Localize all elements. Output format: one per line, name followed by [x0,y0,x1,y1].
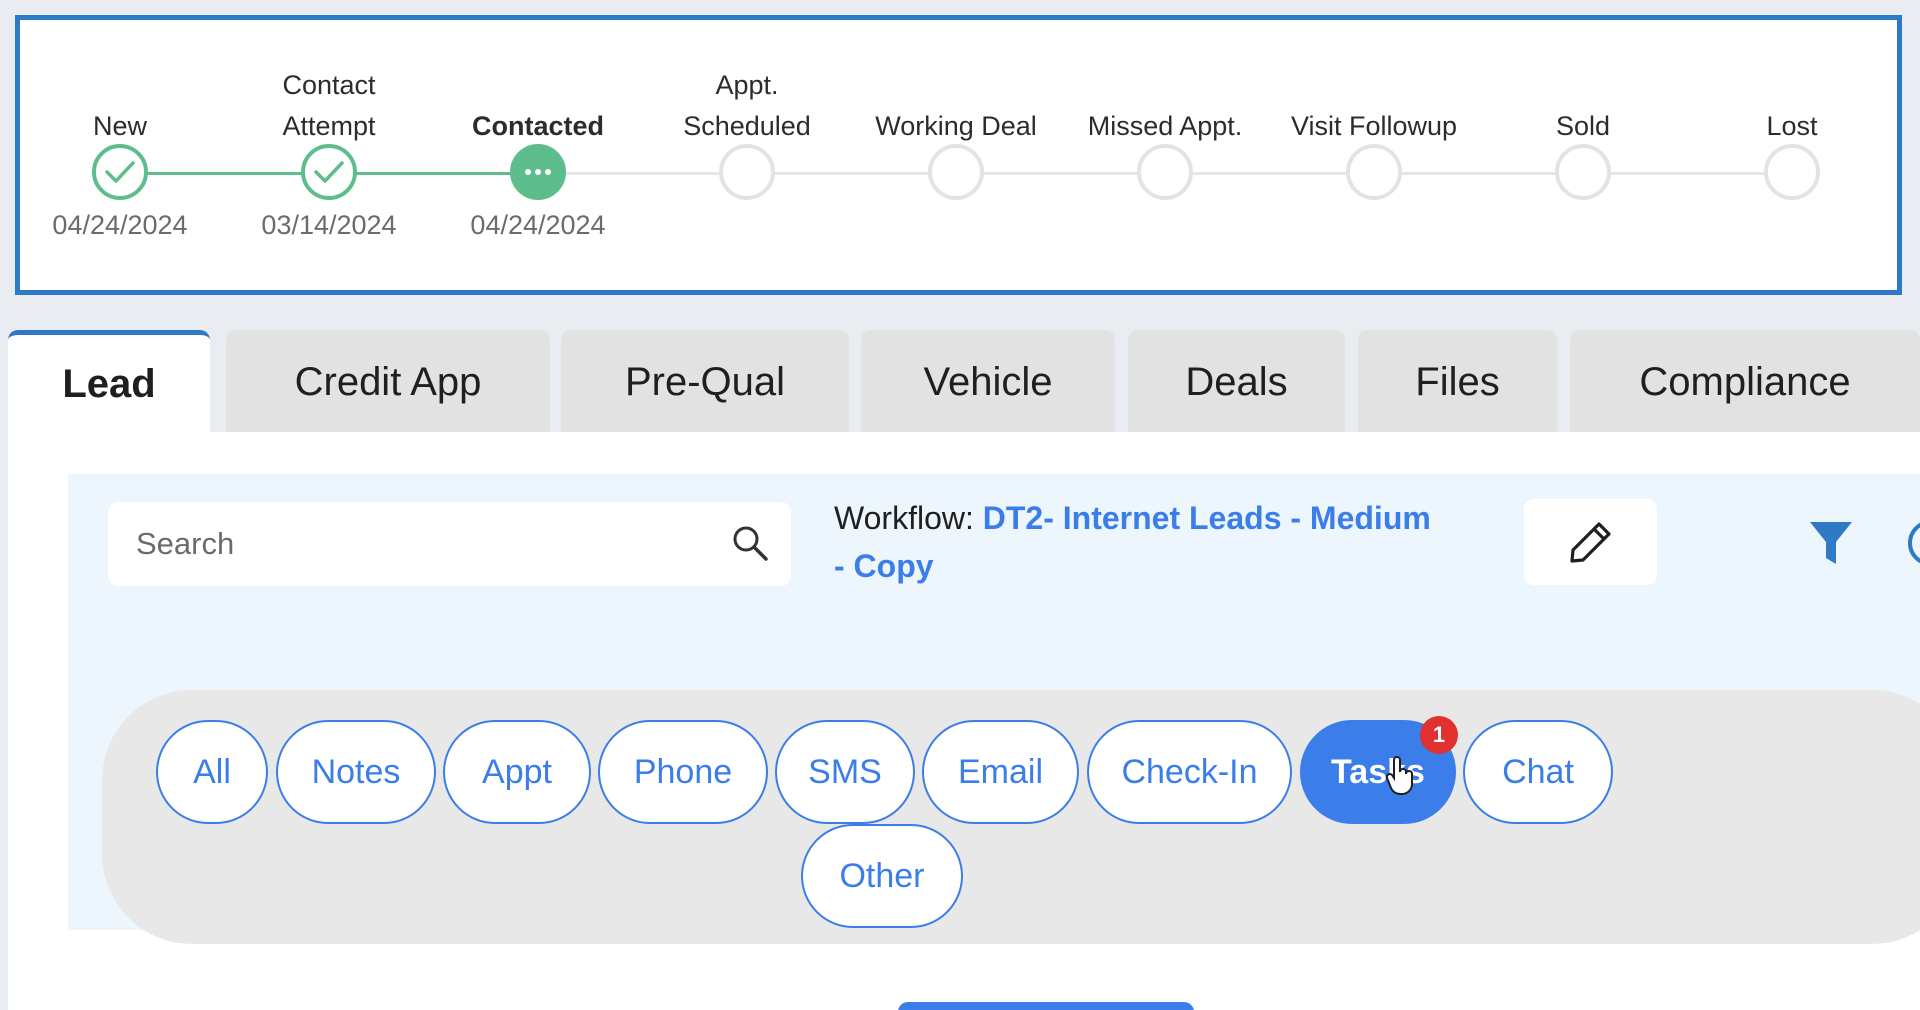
workflow-label: Workflow: [834,500,974,536]
stage-label: Contacted [471,111,604,141]
check-icon [314,161,344,183]
stage-label: Visit Followup [1290,111,1458,141]
stage-label: Working Deal [875,111,1037,141]
check-icon [105,161,135,183]
stage-label: Lost [1766,111,1818,141]
primary-action-button[interactable] [898,1002,1194,1010]
filter-chat[interactable]: Chat [1463,720,1613,824]
options-icon[interactable] [1908,520,1920,566]
edit-workflow-button[interactable] [1524,499,1657,585]
stage-circle [719,144,775,200]
filter-other[interactable]: Other [801,824,963,928]
tab-credit-app[interactable]: Credit App [226,330,550,434]
filter-phone[interactable]: Phone [598,720,768,824]
stage-label: Contact Attempt [282,70,376,141]
search-input[interactable] [136,502,696,586]
stage-circle [301,144,357,200]
tab-lead[interactable]: Lead [8,330,210,434]
stage-circle [1346,144,1402,200]
filter-icon[interactable] [1808,518,1854,568]
ellipsis-icon [525,169,551,175]
filter-notes[interactable]: Notes [276,720,436,824]
tab-bar: Lead Credit App Pre-Qual Vehicle Deals F… [8,330,1920,434]
search-box [108,502,791,586]
stage-date: 04/24/2024 [52,210,188,240]
status-progress-tracker: New 04/24/2024 Contact Attempt 03/14/202… [15,15,1902,295]
tab-files[interactable]: Files [1358,330,1557,434]
activity-toolbar: Workflow: DT2- Internet Leads - Medium -… [68,474,1920,944]
stage-label: New [92,111,147,141]
tab-vehicle[interactable]: Vehicle [861,330,1115,434]
app-root: New 04/24/2024 Contact Attempt 03/14/202… [0,0,1920,1010]
stage-label: Appt. Scheduled [683,70,811,141]
stage-date: 03/14/2024 [261,210,397,240]
workflow-info: Workflow: DT2- Internet Leads - Medium -… [834,494,1434,590]
stage-circle [1137,144,1193,200]
hand-cursor-icon [1385,756,1413,795]
filter-check-in[interactable]: Check-In [1087,720,1292,824]
stage-circle [928,144,984,200]
search-icon[interactable] [729,522,773,566]
activity-filter-group: All Notes Appt Phone SMS Email Check-In … [102,690,1920,944]
tab-pre-qual[interactable]: Pre-Qual [561,330,849,434]
tab-deals[interactable]: Deals [1128,330,1345,434]
filter-tasks[interactable]: Tasks 1 [1300,716,1458,824]
stage-circle [510,144,566,200]
filter-sms[interactable]: SMS [775,720,915,824]
stage-label: Missed Appt. [1087,111,1243,141]
filter-email[interactable]: Email [922,720,1079,824]
filter-appt[interactable]: Appt [443,720,591,824]
filter-all[interactable]: All [156,720,268,824]
stage-label: Sold [1555,111,1611,141]
tab-compliance[interactable]: Compliance [1570,330,1920,434]
stage-circle [1555,144,1611,200]
notification-badge: 1 [1420,716,1458,754]
stage-date: 04/24/2024 [470,210,606,240]
lead-panel: Workflow: DT2- Internet Leads - Medium -… [8,432,1920,1010]
stage-circle [1764,144,1820,200]
stage-circle [92,144,148,200]
pencil-icon [1569,522,1611,563]
